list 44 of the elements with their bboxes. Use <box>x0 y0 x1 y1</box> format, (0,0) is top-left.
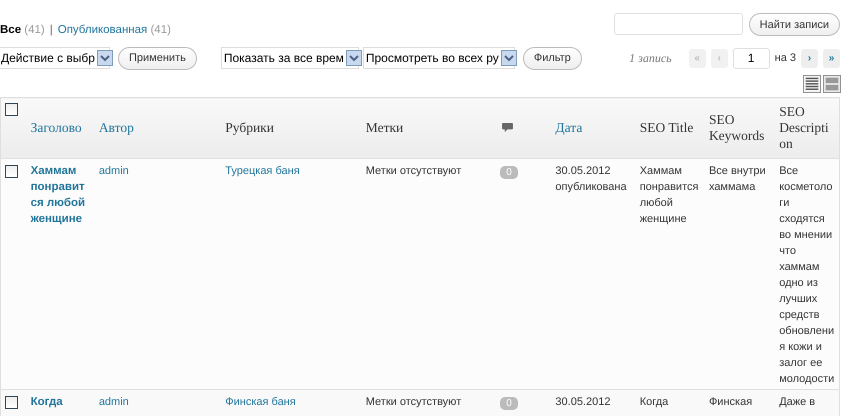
column-header: SEO Title <box>640 120 694 135</box>
search-field[interactable] <box>614 13 743 35</box>
author-link[interactable]: admin <box>98 396 129 408</box>
row-checkbox[interactable] <box>5 396 18 409</box>
apply-button[interactable]: Применить <box>118 46 197 70</box>
tags-text: Метки отсутствуют <box>366 165 462 177</box>
post-title-link[interactable]: Хаммам понравится любой женщине <box>30 163 91 227</box>
select-all-checkbox[interactable] <box>5 102 18 116</box>
status-filter-link[interactable]: Опубликованная (41) <box>58 24 171 36</box>
author-link[interactable]: admin <box>98 165 129 177</box>
column-header[interactable]: Заголово <box>30 120 82 135</box>
page-nav-button[interactable]: › <box>801 48 818 68</box>
bulk-action-select[interactable]: Действие с выбр <box>0 47 110 69</box>
seo-keywords-text: Финская <box>708 396 752 408</box>
list-view-icon[interactable] <box>803 75 821 93</box>
page-nav-button[interactable]: » <box>823 48 840 68</box>
page-total: на 3 <box>774 52 796 64</box>
column-header: SEO Description <box>779 104 829 151</box>
filter-button[interactable]: Фильтр <box>522 46 582 70</box>
comment-icon <box>502 123 514 133</box>
search-button[interactable]: Найти записи <box>748 13 840 36</box>
seo-title-text: Когда <box>640 396 668 408</box>
row-checkbox[interactable] <box>5 165 18 178</box>
tags-text: Метки отсутствуют <box>366 396 462 408</box>
date-text: 30.05.2012 <box>555 395 612 410</box>
column-header[interactable]: Автор <box>98 120 134 135</box>
seo-title-text: Хаммам понравится любой женщине <box>640 165 698 225</box>
column-header: SEO Keywords <box>708 112 764 143</box>
excerpt-view-icon[interactable] <box>823 75 841 93</box>
filter-select[interactable]: Просмотреть во всех ру <box>362 47 515 69</box>
page-number-field[interactable]: 1 <box>732 48 770 68</box>
seo-description-text: Даже в <box>779 396 816 408</box>
column-header[interactable]: Дата <box>555 120 582 135</box>
category-link[interactable]: Турецкая баня <box>225 165 300 177</box>
separator: | <box>50 24 53 36</box>
seo-description-text: Все косметологи сходятся во мнении что хаммам одно из лучших средств обновления кожи и залог ее молодости <box>779 165 834 385</box>
post-status: опубликована <box>555 180 628 195</box>
seo-keywords-text: Все внутри хаммама <box>708 165 766 193</box>
column-header: Метки <box>366 120 404 135</box>
date-text: 30.05.2012 <box>555 164 612 179</box>
items-count: 1 запись <box>629 50 672 66</box>
column-header: Рубрики <box>225 120 274 135</box>
status-filter-link[interactable]: Все (41) <box>0 24 45 36</box>
filter-select[interactable]: Показать за все врем <box>220 47 359 69</box>
